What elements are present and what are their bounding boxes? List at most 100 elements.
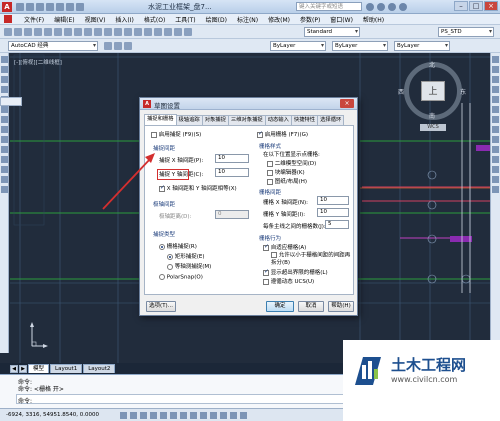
dynamic-input-icon[interactable] [210, 412, 217, 419]
circle-tool-icon[interactable] [1, 106, 8, 113]
copy-icon[interactable] [74, 28, 82, 36]
linetype-select[interactable]: ByLayer [332, 41, 388, 51]
workspace-select[interactable]: AutoCAD 经典 [8, 41, 98, 51]
snap-y-input[interactable]: 10 [215, 168, 249, 177]
grid-model-checkbox[interactable] [267, 160, 273, 167]
properties-icon[interactable] [164, 28, 172, 36]
infer-constraints-icon[interactable] [120, 412, 127, 419]
block-tool-icon[interactable] [1, 136, 8, 143]
lineweight-icon[interactable] [220, 412, 227, 419]
polyline-tool-icon[interactable] [1, 66, 8, 73]
help-button[interactable]: 帮助(H) [328, 301, 354, 312]
menu-view[interactable]: 视图(V) [85, 15, 106, 24]
tab-object-snap[interactable]: 对象捕捉 [201, 115, 229, 125]
ducs-icon[interactable] [200, 412, 207, 419]
options-button[interactable]: 选项(T)... [146, 301, 176, 312]
tab-selection-cycling[interactable]: 选择循环 [317, 115, 345, 125]
sign-in-icon[interactable] [377, 3, 385, 11]
adaptive-grid-checkbox[interactable] [263, 243, 269, 251]
rotate-tool-icon[interactable] [492, 116, 499, 123]
stretch-tool-icon[interactable] [492, 136, 499, 143]
save-as-icon[interactable] [46, 3, 54, 11]
trim-tool-icon[interactable] [492, 146, 499, 153]
open-icon[interactable] [14, 28, 22, 36]
layer-manager-icon[interactable] [104, 42, 112, 50]
print-icon[interactable] [34, 28, 42, 36]
table-tool-icon[interactable] [1, 176, 8, 183]
compass-west[interactable]: 西 [398, 87, 404, 96]
open-file-icon[interactable] [26, 3, 34, 11]
viewcube[interactable]: 上 北 南 西 东 [398, 62, 466, 120]
menu-app-icon[interactable] [4, 15, 12, 23]
menu-tools[interactable]: 工具(T) [175, 15, 195, 24]
undo-icon[interactable] [66, 3, 74, 11]
redo-icon[interactable] [114, 28, 122, 36]
grid-display-icon[interactable] [140, 412, 147, 419]
compass-south[interactable]: 南 [429, 111, 435, 120]
region-tool-icon[interactable] [1, 166, 8, 173]
rectangle-tool-icon[interactable] [1, 86, 8, 93]
tab-next-icon[interactable]: ▶ [19, 365, 27, 373]
text-style-select[interactable]: Standard [304, 27, 360, 37]
layer-state-icon[interactable] [114, 42, 122, 50]
mirror-tool-icon[interactable] [492, 76, 499, 83]
tab-layout2[interactable]: Layout2 [83, 364, 116, 373]
undo-icon[interactable] [104, 28, 112, 36]
viewport-controls[interactable]: [-][俯视][二维线框] [14, 58, 62, 66]
tab-snap-and-grid[interactable]: 捕捉和栅格 [144, 114, 177, 125]
dim-style-select[interactable]: PS_STD [438, 27, 494, 37]
menu-help[interactable]: 帮助(H) [363, 15, 384, 24]
cut-icon[interactable] [64, 28, 72, 36]
polar-distance-input[interactable]: 0 [215, 210, 249, 219]
break-tool-icon[interactable] [492, 166, 499, 173]
tool-palettes-icon[interactable] [184, 28, 192, 36]
new-icon[interactable] [4, 28, 12, 36]
otrack-icon[interactable] [190, 412, 197, 419]
grid-x-input[interactable]: 10 [317, 196, 349, 205]
menu-dimension[interactable]: 标注(N) [237, 15, 258, 24]
copy-tool-icon[interactable] [492, 66, 499, 73]
tab-polar-tracking[interactable]: 极轴追踪 [175, 115, 203, 125]
fillet-tool-icon[interactable] [492, 176, 499, 183]
menu-file[interactable]: 文件(F) [24, 15, 44, 24]
save-icon[interactable] [36, 3, 44, 11]
save-icon[interactable] [24, 28, 32, 36]
viewcube-top-face[interactable]: 上 [421, 81, 445, 101]
menu-modify[interactable]: 修改(M) [268, 15, 290, 24]
rect-snap-radio[interactable] [167, 253, 173, 260]
polygon-tool-icon[interactable] [1, 76, 8, 83]
ellipse-tool-icon[interactable] [1, 126, 8, 133]
hatch-tool-icon[interactable] [1, 156, 8, 163]
follow-ucs-checkbox[interactable] [263, 278, 269, 285]
menu-window[interactable]: 窗口(W) [330, 15, 353, 24]
autocad-logo-icon[interactable]: A [2, 2, 12, 12]
dialog-close-button[interactable]: × [340, 99, 354, 108]
tab-layout1[interactable]: Layout1 [50, 364, 83, 373]
tab-dynamic-input[interactable]: 动态输入 [264, 115, 292, 125]
explode-tool-icon[interactable] [492, 186, 499, 193]
snap-mode-icon[interactable] [130, 412, 137, 419]
grid-block-checkbox[interactable] [267, 169, 273, 176]
snap-x-input[interactable]: 10 [215, 154, 249, 163]
plot-icon[interactable] [56, 3, 64, 11]
match-properties-icon[interactable] [94, 28, 102, 36]
equal-spacing-checkbox[interactable] [159, 184, 165, 192]
transparency-icon[interactable] [230, 412, 237, 419]
lineweight-select[interactable]: ByLayer [394, 41, 450, 51]
move-tool-icon[interactable] [492, 106, 499, 113]
erase-tool-icon[interactable] [492, 56, 499, 63]
grid-on-checkbox[interactable] [257, 130, 263, 138]
snap-on-checkbox[interactable] [151, 131, 157, 138]
beyond-limits-checkbox[interactable] [263, 268, 269, 276]
text-tool-icon[interactable] [1, 186, 8, 193]
preview-icon[interactable] [44, 28, 52, 36]
tab-quick-properties[interactable]: 快捷特性 [290, 115, 319, 125]
subdivide-checkbox[interactable] [271, 252, 277, 258]
menu-parametric[interactable]: 参数(P) [300, 15, 320, 24]
cursor-coordinates[interactable]: -6924, 3316, 54951.8540, 0.0000 [6, 412, 99, 418]
point-tool-icon[interactable] [1, 146, 8, 153]
3d-osnap-icon[interactable] [180, 412, 187, 419]
exchange-icon[interactable] [388, 3, 396, 11]
menu-edit[interactable]: 编辑(E) [54, 15, 74, 24]
menu-draw[interactable]: 绘图(D) [206, 15, 227, 24]
